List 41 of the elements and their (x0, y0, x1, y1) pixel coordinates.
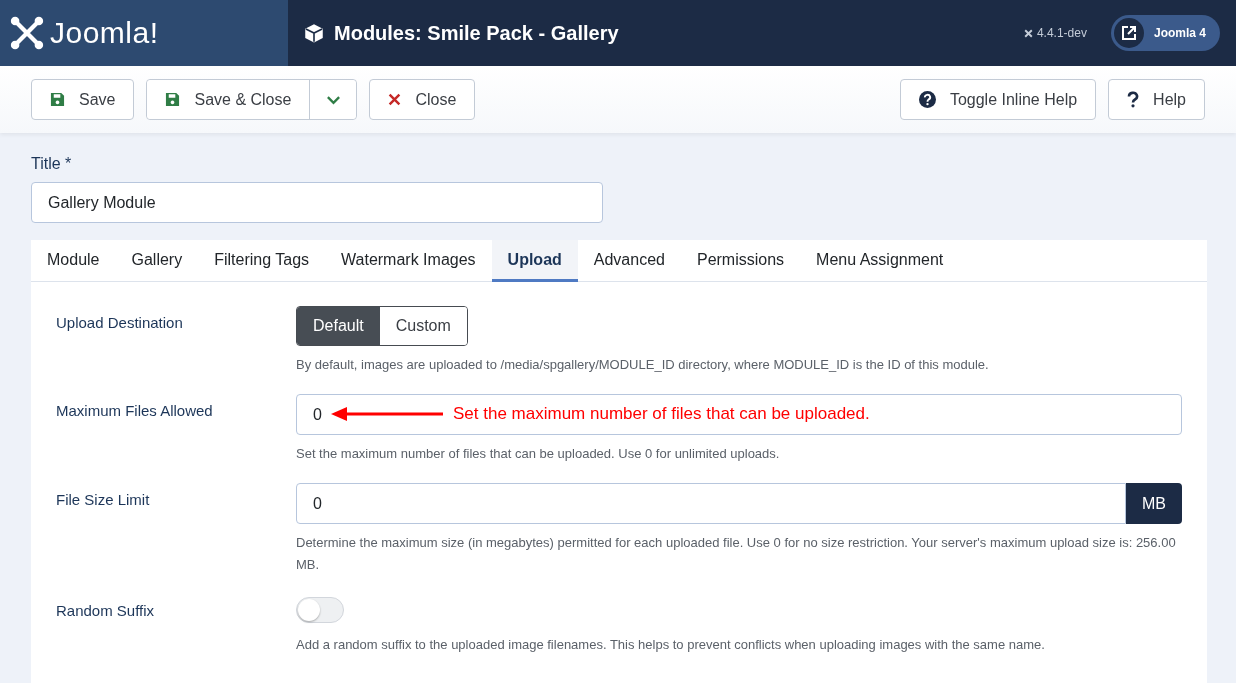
toolbar-button[interactable]: Save (31, 79, 135, 120)
annotation-text: Set the maximum number of files that can be uploaded. (453, 404, 870, 424)
external-link-icon (1120, 25, 1137, 41)
unit-addon: MB (1126, 483, 1182, 524)
number-field[interactable]: 0 Set the maximum number of files that can be uploaded. (296, 394, 1182, 435)
field-description: By default, images are uploaded to /media/spgallery/MODULE_ID directory, where MODULE_ID is the ID of this module. (296, 356, 990, 374)
field-description: Add a random suffix to the uploaded image filenames. This helps to prevent conflicts when uploading images with the same name. (296, 636, 1046, 654)
field-description: Set the maximum number of files that can be uploaded. Use 0 for unlimited uploads. (296, 445, 781, 463)
toolbar-button[interactable]: Toggle Inline Help (899, 79, 1097, 120)
toggle-switch[interactable] (296, 597, 344, 623)
number-field[interactable]: 0 (296, 483, 1126, 524)
tab[interactable]: Advanced (577, 240, 681, 282)
logo-icon (10, 16, 44, 50)
logo-icon (1022, 27, 1034, 39)
radio-option[interactable]: Default (297, 307, 380, 345)
tab[interactable]: Permissions (680, 240, 801, 282)
tab[interactable]: Module (31, 240, 116, 282)
question-circle-icon (918, 91, 936, 108)
tab[interactable]: Gallery (115, 240, 199, 282)
cube-icon (304, 23, 324, 43)
field-label: Random Suffix (56, 601, 156, 621)
logo-text: Joomla! (50, 16, 159, 50)
field-label: File Size Limit (56, 490, 151, 510)
tab[interactable]: Filtering Tags (198, 240, 326, 282)
toolbar-button[interactable]: Help (1108, 79, 1205, 120)
dropdown-toggle[interactable] (309, 80, 357, 119)
toolbar-button[interactable]: Close (369, 79, 476, 120)
title-input[interactable]: Gallery Module (31, 182, 603, 223)
close-icon (388, 93, 402, 106)
site-link-button[interactable]: Joomla 4 (1110, 15, 1220, 51)
field-label: Maximum Files Allowed (56, 401, 214, 421)
tab[interactable]: Upload (491, 240, 578, 282)
field-label: Title * (31, 155, 73, 173)
question-mark-icon (1127, 91, 1140, 108)
tab[interactable]: Menu Assignment (800, 240, 960, 282)
field-label: Upload Destination (56, 313, 184, 333)
chevron-down-icon (325, 94, 341, 105)
field-description: Determine the maximum size (in megabytes) permitted for each uploaded file. Use 0 for no size restriction. Your server's maximum upload size is: 256.00 MB. (296, 534, 1177, 574)
version-text: 4.4.1-dev (1036, 26, 1087, 40)
tab[interactable]: Watermark Images (325, 240, 492, 282)
page-title: Modules: Smile Pack - Gallery (334, 21, 620, 45)
